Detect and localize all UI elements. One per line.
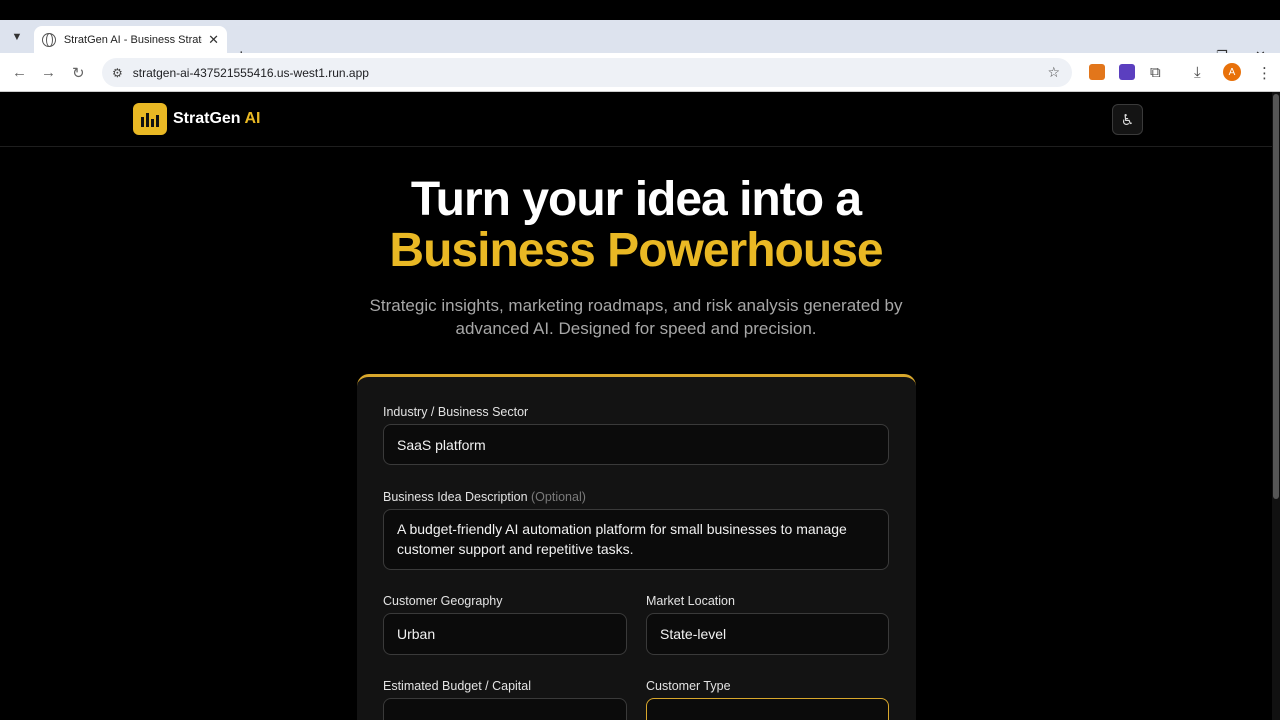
idea-label-text: Business Idea Description (383, 490, 528, 504)
scrollbar-thumb[interactable] (1273, 94, 1279, 499)
browser-tab-active[interactable]: StratGen AI - Business Strategy ✕ (34, 26, 227, 53)
page-scrollbar[interactable] (1272, 92, 1280, 720)
accessibility-icon: ♿ (1120, 111, 1135, 129)
browser-toolbar: ← → ↻ ⚙ stratgen-ai-437521555416.us-west… (0, 53, 1280, 92)
budget-input[interactable] (383, 698, 627, 720)
hero-heading-line2: Business Powerhouse (389, 224, 883, 277)
metamask-extension-icon[interactable] (1089, 64, 1105, 80)
customer-type-label: Customer Type (646, 679, 731, 693)
address-bar[interactable]: ⚙ stratgen-ai-437521555416.us-west1.run.… (102, 58, 1072, 87)
app-header: StratGen AI ♿ (0, 92, 1272, 147)
profile-avatar[interactable]: A (1223, 63, 1241, 81)
hero-subtitle: Strategic insights, marketing roadmaps, … (369, 296, 903, 338)
globe-icon (42, 32, 56, 47)
tab-search-button[interactable]: ▼ (6, 27, 28, 47)
market-location-label: Market Location (646, 594, 735, 608)
brand-name-suffix: AI (244, 110, 261, 127)
customer-type-select[interactable] (646, 698, 889, 720)
extensions-puzzle-icon[interactable]: ⧉ (1150, 64, 1161, 81)
brand-name-main: StratGen (173, 110, 241, 127)
bookmark-star-icon[interactable]: ☆ (1047, 64, 1060, 81)
hero-heading-line1: Turn your idea into a (410, 173, 862, 226)
idea-optional-hint: (Optional) (531, 490, 586, 504)
browser-menu-icon[interactable]: ⋮ (1257, 64, 1272, 82)
site-info-icon[interactable]: ⚙ (112, 66, 123, 80)
app-viewport: StratGen AI ♿ Turn your idea into a Busi… (0, 92, 1280, 720)
brand-name[interactable]: StratGen AI (173, 110, 260, 128)
industry-input[interactable]: SaaS platform (383, 424, 889, 465)
idea-textarea[interactable]: A budget-friendly AI automation platform… (383, 509, 889, 570)
download-icon[interactable]: ⤓ (1194, 64, 1201, 81)
industry-label: Industry / Business Sector (383, 405, 529, 419)
market-location-input[interactable]: State-level (646, 613, 889, 655)
back-button[interactable]: ← (12, 64, 27, 81)
forward-button[interactable]: → (41, 64, 56, 81)
geography-input[interactable]: Urban (383, 613, 627, 655)
close-tab-icon[interactable]: ✕ (208, 32, 219, 48)
bar-chart-logo-icon[interactable] (133, 103, 167, 135)
idea-label: Business Idea Description (Optional) (383, 490, 586, 504)
reload-button[interactable]: ↻ (72, 64, 85, 82)
tab-title: StratGen AI - Business Strategy (63, 33, 202, 46)
url-text: stratgen-ai-437521555416.us-west1.run.ap… (132, 65, 369, 80)
screen-top-edge (0, 0, 1280, 20)
extension-icon[interactable] (1119, 64, 1135, 80)
geography-label: Customer Geography (383, 594, 503, 608)
accessibility-button[interactable]: ♿ (1112, 104, 1143, 135)
strategy-form-card: Industry / Business Sector SaaS platform… (357, 374, 916, 720)
budget-label: Estimated Budget / Capital (383, 679, 531, 693)
browser-tab-strip: ▼ StratGen AI - Business Strategy ✕ + ─ … (0, 20, 1280, 66)
